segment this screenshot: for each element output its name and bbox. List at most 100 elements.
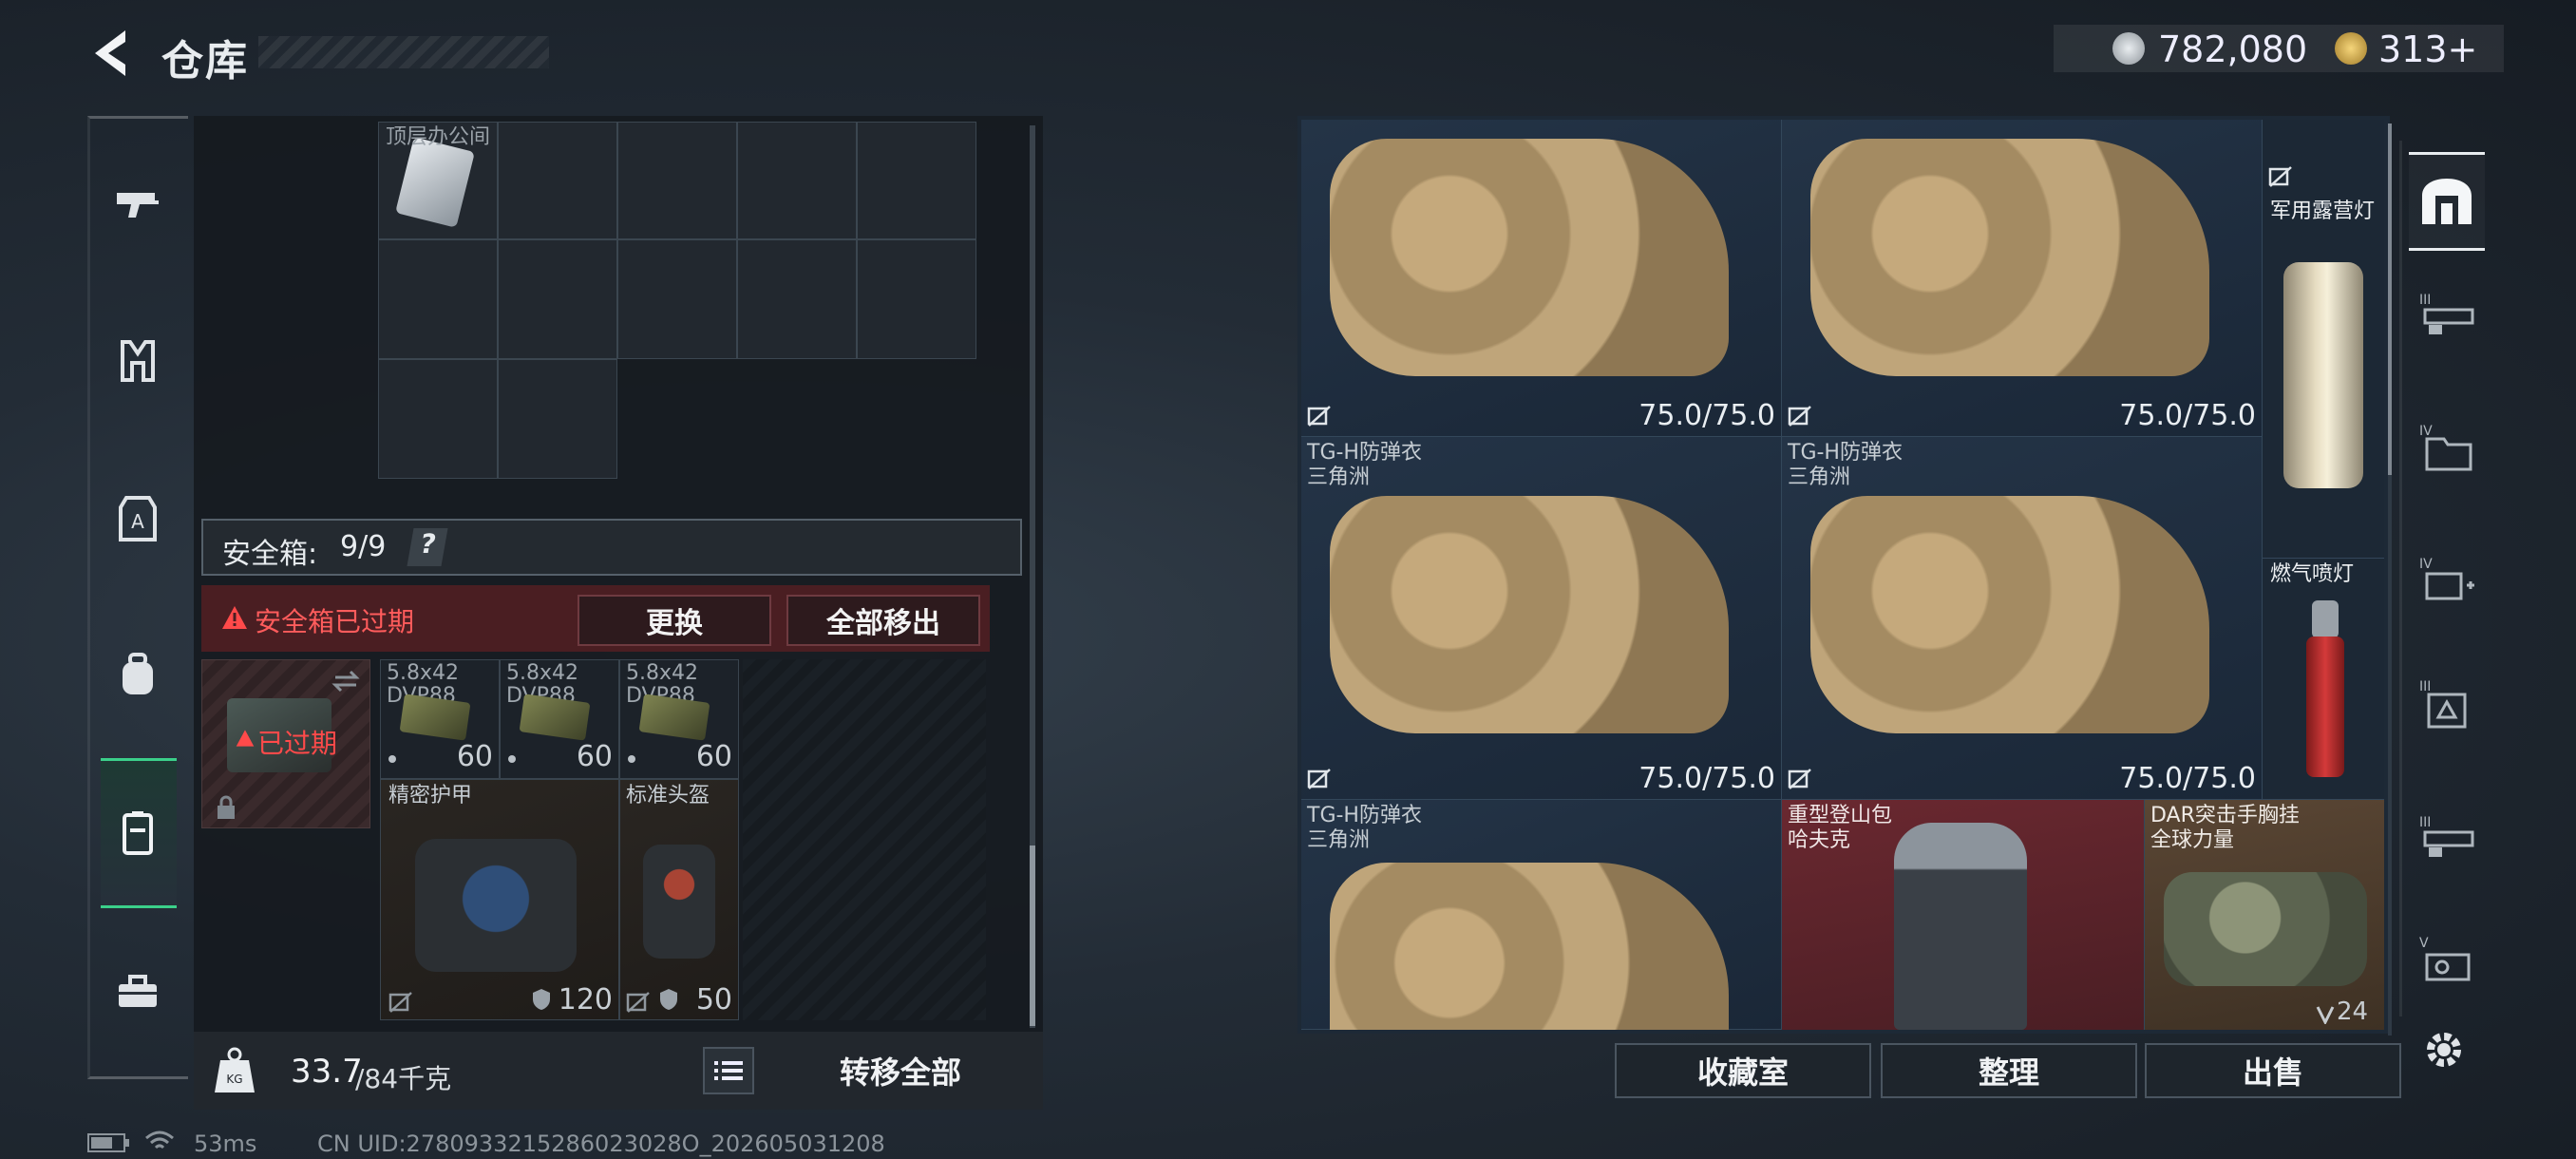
torch-slot[interactable]: 燃气喷灯 — [2263, 559, 2384, 800]
vest-slot[interactable]: 75.0/75.0 — [1301, 120, 1782, 437]
body-armor-image — [1810, 139, 2209, 376]
ammo-slot[interactable]: 5.8x42 DVP88 60 — [619, 659, 739, 779]
storage-tab-4-medical-icon[interactable]: IV — [2415, 547, 2481, 614]
ammo-box-image — [519, 694, 591, 741]
sort-button[interactable]: 整理 — [1881, 1043, 2137, 1098]
backpack-name: 重型登山包 — [1788, 804, 1893, 827]
transfer-all-button[interactable]: 转移全部 — [769, 1043, 1032, 1098]
gear-icon — [2427, 1033, 2461, 1067]
rig-name: DAR突击手胸挂 — [2150, 804, 2300, 827]
grid-cell[interactable] — [378, 239, 498, 359]
ammo-slot[interactable]: 5.8x42 DVP88 60 — [380, 659, 500, 779]
backpack-category-icon[interactable] — [109, 646, 166, 703]
svg-text:III: III — [2419, 815, 2431, 830]
shield-icon — [660, 989, 677, 1010]
container-label: 顶层办公间 — [386, 125, 491, 149]
no-repair-icon — [1788, 406, 1811, 427]
storage-tab-3-weapon-icon[interactable]: III — [2415, 804, 2481, 870]
grid-cell[interactable] — [378, 359, 498, 479]
ammo-name: 5.8x42 — [626, 661, 699, 685]
toolbox-category-icon[interactable] — [109, 963, 166, 1020]
torch-nozzle-image — [2312, 600, 2339, 638]
rig-brand: 全球力量 — [2150, 828, 2235, 852]
keycard-icon — [395, 137, 475, 228]
vest-durability: 75.0/75.0 — [1638, 399, 1775, 432]
grid-cell[interactable] — [498, 122, 617, 239]
backpack-brand: 哈夫克 — [1788, 828, 1851, 852]
ammo-count: 60 — [456, 740, 493, 773]
svg-text:III: III — [2419, 293, 2431, 308]
lantern-slot[interactable]: 军用露营灯 — [2263, 120, 2384, 559]
armor-durability: 120 — [558, 983, 613, 1016]
rarity-dot — [628, 755, 635, 763]
collection-room-button[interactable]: 收藏室 — [1615, 1043, 1871, 1098]
grid-cell[interactable] — [617, 239, 737, 359]
lock-icon — [218, 795, 235, 819]
grid-cell[interactable] — [617, 122, 737, 239]
silver-amount: 782,080 — [2158, 28, 2308, 70]
sell-button[interactable]: 出售 — [2145, 1043, 2401, 1098]
vest-slot[interactable]: 75.0/75.0 — [1782, 120, 2263, 437]
safe-box-empty-area — [743, 659, 986, 1020]
gold-coin-icon — [2335, 32, 2367, 65]
settings-button[interactable] — [2420, 1026, 2468, 1074]
rarity-dot — [508, 755, 516, 763]
warning-icon — [222, 606, 247, 629]
battery-icon — [87, 1133, 129, 1152]
list-view-button[interactable] — [703, 1047, 754, 1094]
storage-tab-3-icon[interactable]: III — [2415, 281, 2481, 348]
warning-icon — [236, 730, 255, 747]
chest-rig-category-icon[interactable] — [109, 332, 166, 390]
rig-count: 24 — [2337, 998, 2369, 1026]
gold-amount[interactable]: 313+ — [2378, 28, 2477, 70]
expired-badge: 已过期 — [257, 728, 338, 759]
safe-box-slot[interactable]: 已过期 — [201, 659, 370, 828]
ammo-name: 5.8x42 — [387, 661, 460, 685]
help-button[interactable]: ? — [407, 528, 448, 566]
vest-slot[interactable]: TG-H防弹衣 三角洲 75.0/75.0 — [1782, 437, 2263, 800]
grid-cell[interactable] — [857, 239, 976, 359]
shield-icon — [533, 989, 550, 1010]
no-repair-icon — [1788, 769, 1811, 789]
grid-cell[interactable] — [737, 239, 857, 359]
armor-image — [415, 839, 577, 972]
helmet-slot[interactable]: 标准头盔 50 — [619, 779, 739, 1020]
title-decoration — [258, 36, 549, 68]
grid-cell[interactable] — [857, 122, 976, 239]
no-repair-icon — [2268, 166, 2292, 187]
vest-name: TG-H防弹衣 — [1788, 441, 1903, 465]
back-arrow-icon — [95, 30, 125, 76]
armor-slot[interactable]: 精密护甲 120 — [380, 779, 619, 1020]
grid-cell[interactable] — [498, 359, 617, 479]
ping-text: 53ms — [194, 1130, 257, 1157]
lantern-name: 军用露营灯 — [2270, 200, 2376, 223]
storage-tab-4-folder-icon[interactable]: IV — [2415, 414, 2481, 481]
weight-max: /84千克 — [355, 1063, 452, 1094]
svg-text:KG: KG — [226, 1073, 242, 1086]
chest-rig-slot[interactable]: DAR突击手胸挂 全球力量 24 — [2145, 800, 2384, 1030]
storage-scrollbar-thumb[interactable] — [2388, 124, 2392, 475]
remove-all-button[interactable]: 全部移出 — [786, 595, 980, 646]
weapon-category-icon[interactable] — [109, 177, 166, 234]
grid-cell[interactable] — [498, 239, 617, 359]
safe-box-category-icon[interactable] — [109, 804, 166, 861]
storage-tab-5-icon[interactable]: V — [2415, 927, 2481, 994]
ammo-slot[interactable]: 5.8x42 DVP88 60 — [500, 659, 619, 779]
vest-slot[interactable]: TG-H防弹衣 三角洲 — [1301, 800, 1782, 1030]
list-icon — [714, 1061, 743, 1080]
back-button[interactable] — [87, 27, 135, 80]
replace-button[interactable]: 更换 — [578, 595, 771, 646]
ammo-box-image — [638, 694, 710, 741]
safe-box-capacity: 9/9 — [340, 530, 387, 563]
storage-tab-3-armor-icon[interactable]: III — [2415, 671, 2481, 737]
storage-main-tab[interactable] — [2409, 152, 2485, 251]
panel-scrollbar-thumb[interactable] — [1030, 846, 1035, 1026]
weight-current: 33.7 — [291, 1053, 363, 1091]
backpack-slot[interactable]: 重型登山包 哈夫克 — [1782, 800, 2145, 1030]
vest-durability: 75.0/75.0 — [1638, 762, 1775, 795]
grid-cell[interactable] — [737, 122, 857, 239]
armor-category-icon[interactable]: A — [109, 490, 166, 547]
ammo-box-image — [399, 694, 471, 741]
svg-text:IV: IV — [2419, 424, 2433, 439]
vest-slot[interactable]: TG-H防弹衣 三角洲 75.0/75.0 — [1301, 437, 1782, 800]
